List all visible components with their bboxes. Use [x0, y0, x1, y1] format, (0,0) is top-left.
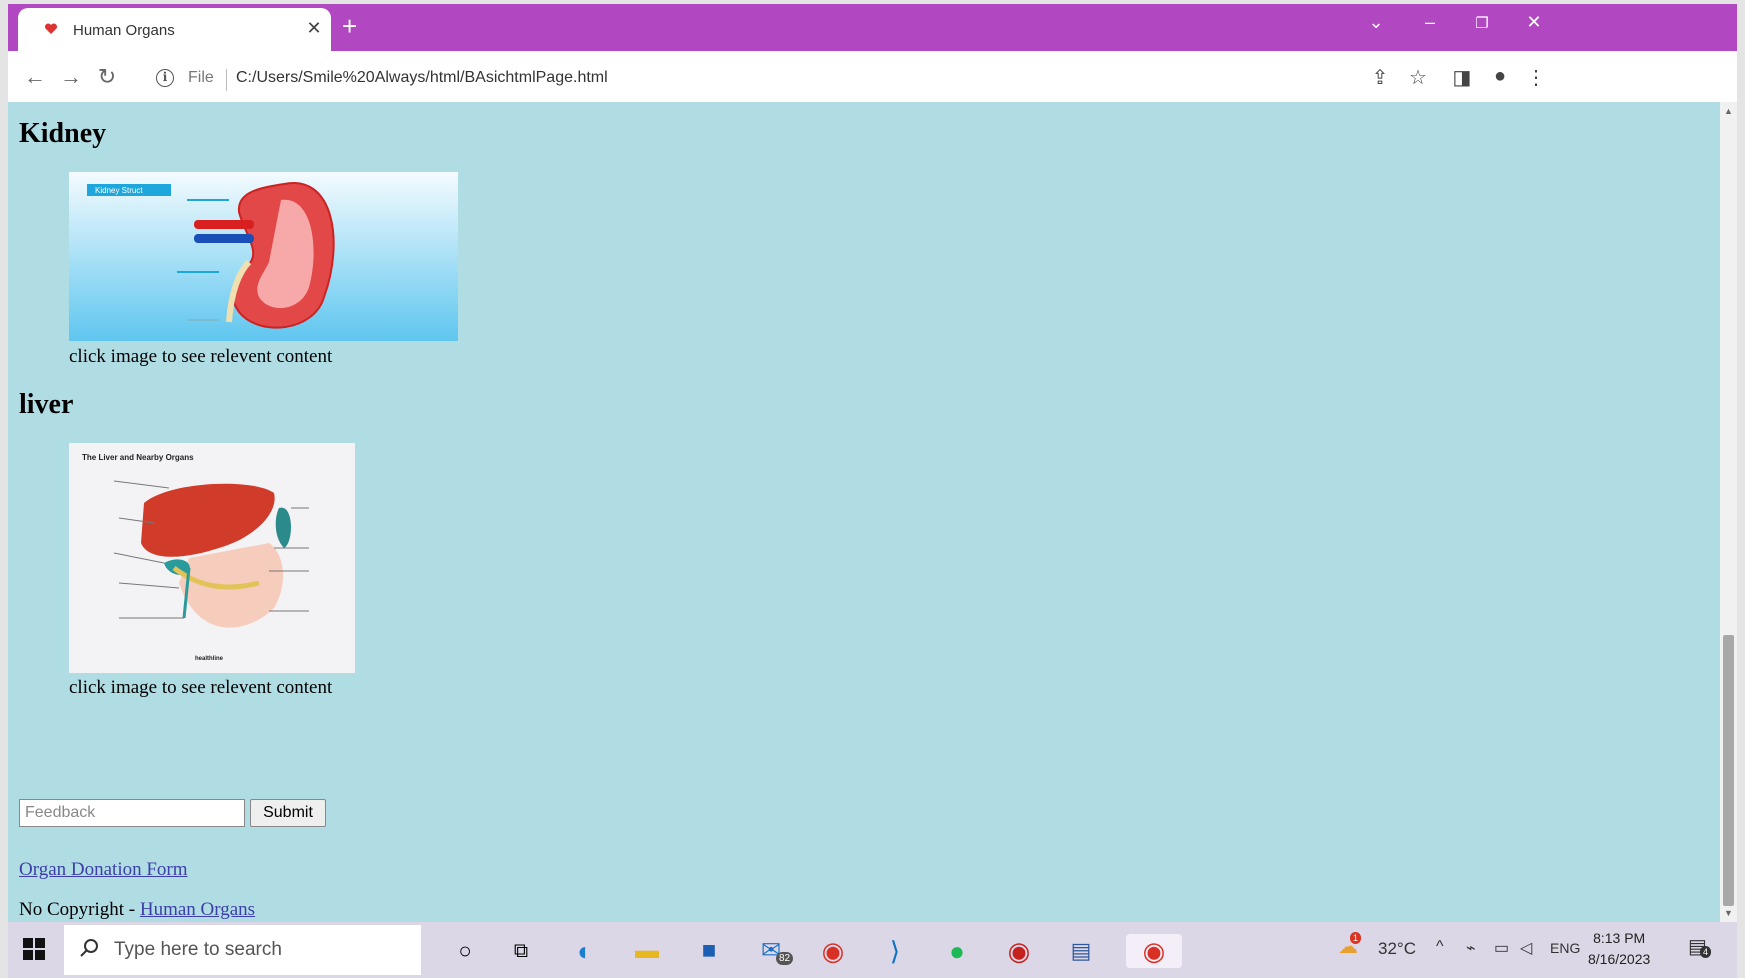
mail-badge: 82: [776, 952, 794, 965]
show-hidden-icons-icon[interactable]: ^: [1436, 938, 1444, 956]
liver-image[interactable]: The Liver and Nearby Organs healthline: [69, 443, 355, 673]
edge-icon[interactable]: ◐: [568, 934, 602, 968]
bookmark-star-icon[interactable]: ☆: [1404, 65, 1432, 90]
weather-badge: 1: [1350, 932, 1362, 944]
file-explorer-icon[interactable]: ▬: [630, 934, 664, 968]
info-icon[interactable]: i: [156, 69, 174, 87]
human-organs-link[interactable]: Human Organs: [140, 899, 255, 920]
share-icon[interactable]: ⇪: [1366, 65, 1394, 90]
windows-start-icon[interactable]: [22, 937, 46, 961]
temperature[interactable]: 32°C: [1378, 939, 1416, 959]
notification-badge: 4: [1700, 946, 1712, 958]
clock-time: 8:13 PM: [1593, 930, 1646, 946]
kidney-heading: Kidney: [19, 118, 107, 149]
divider: [226, 69, 227, 91]
submit-button[interactable]: Submit: [250, 799, 326, 827]
spotify-icon[interactable]: ●: [940, 934, 974, 968]
taskbar: Type here to search ○ ⧉ ◐ ▬ ■ ✉ 82 ◉ ⟩ ● …: [8, 922, 1737, 978]
kidney-image-label: Kidney Struct: [95, 186, 143, 195]
scrollbar-thumb[interactable]: [1723, 635, 1734, 906]
battery-icon[interactable]: ▭: [1494, 938, 1509, 958]
back-icon[interactable]: ←: [20, 64, 50, 90]
file-label: File: [188, 69, 214, 86]
menu-icon[interactable]: ⋮: [1522, 65, 1550, 90]
notification-center-icon[interactable]: ▤ 4: [1688, 934, 1712, 959]
liver-image-credit: healthline: [195, 656, 224, 662]
minimize-icon[interactable]: –: [1414, 12, 1446, 33]
volume-icon[interactable]: ◁: [1520, 938, 1532, 958]
liver-heading: liver: [19, 389, 74, 420]
feedback-input[interactable]: [19, 799, 245, 827]
scroll-down-icon[interactable]: ▼: [1724, 908, 1733, 918]
side-panel-icon[interactable]: ◨: [1448, 65, 1476, 90]
forward-icon[interactable]: →: [56, 64, 86, 90]
footer: No Copyright - Human Organs: [19, 899, 255, 921]
network-icon[interactable]: ⌁: [1466, 938, 1476, 958]
cortana-icon[interactable]: ○: [448, 934, 482, 968]
scroll-up-icon[interactable]: ▲: [1724, 106, 1733, 116]
clock-date: 8/16/2023: [1588, 951, 1651, 967]
close-window-icon[interactable]: ✕: [1518, 12, 1550, 33]
search-placeholder: Type here to search: [114, 939, 282, 960]
tab-search-icon[interactable]: ⌄: [1360, 12, 1392, 33]
tab-title: Human Organs: [73, 22, 175, 39]
liver-illustration: The Liver and Nearby Organs healthline: [69, 443, 355, 673]
vscode-icon[interactable]: ⟩: [878, 934, 912, 968]
task-view-icon[interactable]: ⧉: [504, 934, 538, 968]
tab-close-icon[interactable]: ✕: [304, 18, 324, 39]
mail-icon[interactable]: ✉ 82: [754, 934, 794, 968]
chrome-profile-icon[interactable]: ◉: [1002, 934, 1036, 968]
word-icon[interactable]: ▤: [1064, 934, 1098, 968]
active-chrome-icon[interactable]: ◉: [1126, 934, 1182, 968]
liver-image-label: The Liver and Nearby Organs: [82, 453, 194, 462]
organ-donation-form-link[interactable]: Organ Donation Form: [19, 859, 188, 881]
tab-human-organs[interactable]: Human Organs ✕: [18, 8, 331, 51]
chrome-icon[interactable]: ◉: [816, 934, 850, 968]
url-text[interactable]: C:/Users/Smile%20Always/html/BAsichtmlPa…: [236, 69, 608, 87]
reload-icon[interactable]: ↻: [92, 64, 122, 90]
restore-icon[interactable]: ❐: [1466, 14, 1498, 32]
search-icon: [80, 939, 98, 957]
page-content: Kidney Kidney Struct click image to see …: [8, 102, 1720, 922]
profile-icon[interactable]: ●: [1486, 65, 1514, 88]
heart-favicon-icon: [44, 23, 58, 34]
language-indicator[interactable]: ENG: [1550, 940, 1580, 956]
new-tab-icon[interactable]: +: [342, 12, 357, 40]
footer-text: No Copyright -: [19, 899, 140, 920]
kidney-illustration: Kidney Struct: [69, 172, 458, 341]
weather-icon[interactable]: ☁ 1: [1338, 932, 1362, 959]
liver-caption: click image to see relevent content: [69, 677, 333, 698]
kidney-image[interactable]: Kidney Struct: [69, 172, 458, 341]
taskbar-search-box[interactable]: Type here to search: [64, 925, 421, 975]
kidney-caption: click image to see relevent content: [69, 346, 333, 367]
clock[interactable]: 8:13 PM 8/16/2023: [1588, 928, 1650, 970]
vertical-scrollbar[interactable]: ▲ ▼: [1720, 102, 1737, 922]
store-icon[interactable]: ■: [692, 934, 726, 968]
browser-toolbar: ← → ↻ i File C:/Users/Smile%20Always/htm…: [8, 51, 1737, 106]
tab-strip: Human Organs ✕ + ⌄ – ❐ ✕: [8, 4, 1737, 51]
